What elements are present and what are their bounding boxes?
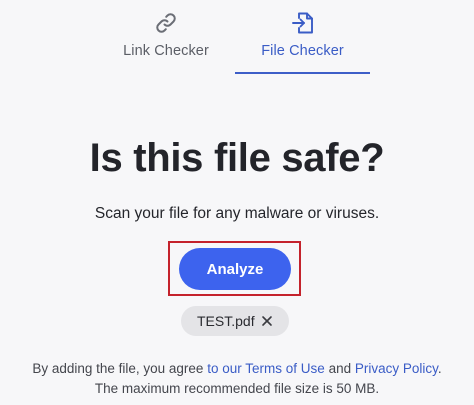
- tab-file-checker[interactable]: File Checker: [235, 0, 370, 74]
- to-our-link[interactable]: to our: [207, 361, 242, 376]
- period-text: .: [437, 361, 442, 376]
- and-text: and: [328, 361, 352, 376]
- page-title: Is this file safe?: [89, 136, 385, 180]
- terms-of-use-link[interactable]: Terms of Use: [245, 361, 325, 376]
- tab-label: Link Checker: [123, 43, 209, 59]
- tab-link-checker[interactable]: Link Checker: [96, 0, 236, 74]
- close-icon[interactable]: [259, 313, 275, 329]
- file-name: TEST.pdf: [197, 313, 255, 329]
- privacy-policy-link[interactable]: Privacy Policy: [355, 361, 438, 376]
- agree-text: By adding the file, you agree: [32, 361, 204, 376]
- link-icon: [156, 13, 176, 33]
- tab-label: File Checker: [261, 43, 344, 59]
- page-subtitle: Scan your file for any malware or viruse…: [94, 205, 380, 222]
- terms-notice: By adding the file, you agree to our Ter…: [0, 359, 474, 379]
- checker-tabs: Link Checker File Checker: [0, 0, 474, 74]
- max-size-notice: The maximum recommended file size is 50 …: [94, 381, 380, 396]
- file-import-icon: [291, 12, 313, 34]
- file-chip: TEST.pdf: [181, 306, 289, 336]
- analyze-button[interactable]: Analyze: [179, 248, 291, 290]
